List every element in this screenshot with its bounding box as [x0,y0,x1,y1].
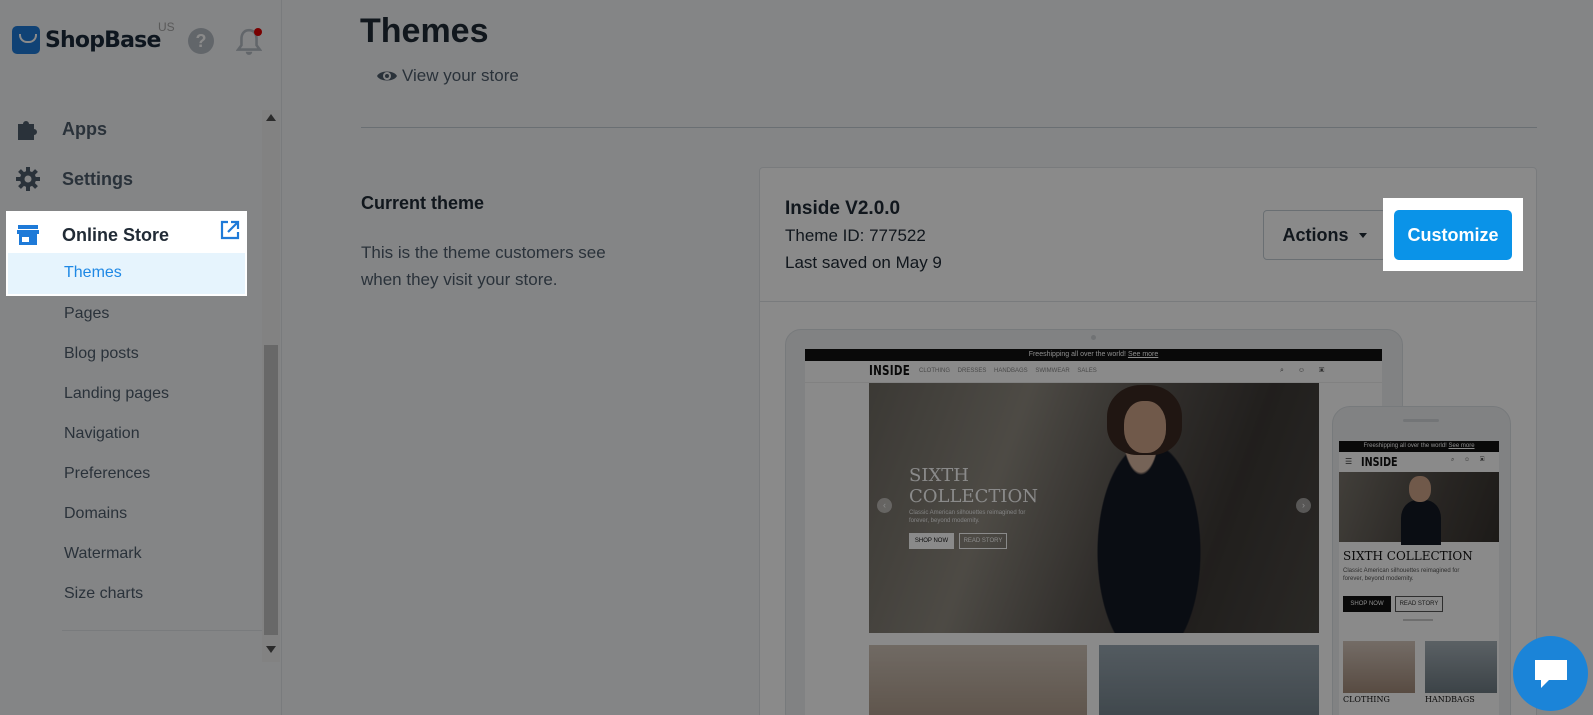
hamburger-icon: ☰ [1345,457,1353,466]
section-title: Current theme [361,193,485,213]
mobile-read-story: READ STORY [1395,596,1443,612]
announcement-text: Freeshipping all over the world! [1028,351,1126,358]
sidebar-item-online-store[interactable]: Online Store [14,221,169,249]
desktop-screen: Freeshipping all over the world! See mor… [805,349,1382,715]
hero-text: Classic American silhouettes reimagined … [909,510,1026,524]
help-icon[interactable]: ? [188,28,214,54]
announcement-link: See more [1127,351,1159,358]
scroll-down-arrow-icon[interactable] [266,646,276,653]
camera-dot [1091,335,1096,340]
hero-title: SIXTH COLLECTION [909,465,1038,507]
mobile-hero-title: SIXTH COLLECTION [1343,549,1473,563]
carousel-indicator [1403,619,1433,621]
divider [62,630,262,631]
notification-dot [254,28,262,36]
customize-button[interactable]: Customize [1394,210,1512,260]
category-label: CLOTHING [1343,695,1390,704]
sidebar-item-preferences[interactable]: Preferences [64,465,150,483]
chevron-left-icon: ‹ [877,498,892,513]
customize-highlight: Customize [1383,198,1523,271]
mobile-announcement-bar: Freeshipping all over the world! See mor… [1339,441,1499,452]
preview-header-icons: ⌕ ☺ ▣ [1280,367,1331,374]
section-description: This is the theme customers see when the… [361,243,606,289]
store-icon [14,221,42,249]
theme-name: Inside V2.0.0 [785,198,901,219]
page-title: Themes [360,12,489,50]
phone-speaker [1403,419,1439,422]
scrollbar-thumb[interactable] [264,345,278,635]
preview-site-nav: INSIDE CLOTHING DRESSES HANDBAGS SWIMWEA… [805,361,1382,383]
caret-down-icon [1358,232,1367,238]
hero-face [1124,401,1166,453]
sidebar-item-watermark[interactable]: Watermark [64,545,142,563]
sidebar-item-pages[interactable]: Pages [64,305,109,323]
chat-icon [1535,660,1567,688]
hero-shop-now: SHOP NOW [909,533,954,549]
announcement-bar: Freeshipping all over the world! See mor… [805,349,1382,361]
mobile-brand: INSIDE [1361,455,1398,469]
view-store-label: View your store [402,66,519,85]
gear-icon [14,165,42,193]
desktop-preview: Freeshipping all over the world! See mor… [785,329,1403,715]
hero-face [1409,476,1431,502]
sidebar-item-blog-posts[interactable]: Blog posts [64,345,139,363]
shopbase-bag-icon [12,26,40,54]
sidebar-item-size-charts[interactable]: Size charts [64,585,143,603]
eye-icon [377,71,397,81]
hero-title-line1: SIXTH [909,465,969,486]
region-badge: US [158,20,175,34]
preview-brand: INSIDE [869,364,911,379]
last-saved: Last saved on May 9 [785,253,942,272]
puzzle-icon [14,115,42,143]
view-store-link[interactable]: View your store [376,66,519,86]
mobile-site-nav: ☰ INSIDE ⌕ ☺ ▣ [1339,452,1499,472]
preview-thumbnail [1099,645,1319,715]
theme-id: Theme ID: 777522 [785,226,926,246]
preview-thumbnail [869,645,1087,715]
actions-label: Actions [1282,224,1349,245]
mobile-header-icons: ⌕ ☺ ▣ [1451,457,1489,463]
sidebar: ShopBase US ? Apps Settings Pages Blog p… [0,0,282,715]
sidebar-item-themes[interactable]: Themes [8,253,245,294]
chat-button[interactable] [1513,636,1588,711]
sidebar-item-label: Settings [62,168,134,189]
shopbase-logo[interactable]: ShopBase [12,26,161,54]
hero-title-line2: COLLECTION [909,486,1038,507]
category-label: HANDBAGS [1425,695,1475,704]
divider [361,127,1537,128]
announcement-text: Freeshipping all over the world! [1363,443,1447,449]
sidebar-item-landing-pages[interactable]: Landing pages [64,385,169,403]
mobile-screen: Freeshipping all over the world! See mor… [1339,441,1499,715]
sidebar-item-domains[interactable]: Domains [64,505,127,523]
sidebar-item-navigation[interactable]: Navigation [64,425,140,443]
mobile-hero-text: Classic American silhouettes reimagined … [1343,568,1460,582]
chevron-right-icon: › [1296,498,1311,513]
category-thumbnail [1425,641,1497,693]
sidebar-item-apps[interactable]: Apps [14,115,107,143]
preview-site-links: CLOTHING DRESSES HANDBAGS SWIMWEAR SALES [919,368,1097,374]
category-thumbnail [1343,641,1415,693]
sidebar-item-settings[interactable]: Settings [14,165,133,193]
theme-id-label: Theme ID: [785,226,865,245]
online-store-section: Online Store Themes [6,211,247,296]
announcement-link: See more [1448,443,1475,449]
theme-id-value: 777522 [869,226,926,245]
brand-name: ShopBase [45,27,161,53]
hero-figure [1401,500,1441,545]
actions-dropdown-button[interactable]: Actions [1263,210,1386,260]
sidebar-item-label: Apps [62,118,107,139]
scroll-up-arrow-icon[interactable] [266,114,276,121]
mobile-hero-image [1339,472,1499,545]
mobile-preview: Freeshipping all over the world! See mor… [1332,406,1511,715]
mobile-shop-now: SHOP NOW [1343,596,1391,612]
hero-read-story: READ STORY [959,533,1007,549]
external-link-icon[interactable] [219,219,241,241]
preview-hero-image: SIXTH COLLECTION Classic American silhou… [869,383,1319,633]
sidebar-item-label: Online Store [62,224,170,245]
